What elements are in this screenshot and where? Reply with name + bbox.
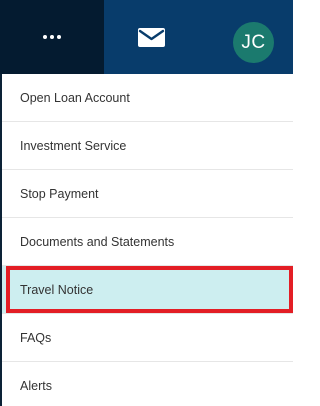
avatar-initials: JC [241, 31, 266, 53]
top-navigation-bar: JC [0, 0, 293, 74]
menu-item-label: Investment Service [20, 138, 127, 153]
menu-item-label: Documents and Statements [20, 234, 175, 249]
menu-item-alerts[interactable]: Alerts [2, 362, 293, 406]
menu-item-label: Open Loan Account [20, 90, 130, 105]
menu-item-label: Travel Notice [20, 282, 94, 297]
menu-item-faqs[interactable]: FAQs [2, 314, 293, 362]
menu-item-investment-service[interactable]: Investment Service [2, 122, 293, 170]
app-screen: JC Open Loan Account Investment Service … [0, 0, 293, 406]
menu-item-label: FAQs [20, 330, 52, 345]
menu-item-travel-notice[interactable]: Travel Notice [2, 266, 293, 314]
user-avatar[interactable]: JC [233, 22, 274, 63]
menu-item-open-loan-account[interactable]: Open Loan Account [2, 74, 293, 122]
more-menu-list: Open Loan Account Investment Service Sto… [0, 74, 293, 406]
envelope-icon[interactable] [137, 27, 166, 48]
more-menu-button[interactable] [0, 0, 104, 74]
more-horizontal-icon [43, 35, 61, 39]
menu-item-label: Alerts [20, 378, 52, 393]
menu-item-stop-payment[interactable]: Stop Payment [2, 170, 293, 218]
menu-item-label: Stop Payment [20, 186, 99, 201]
menu-item-documents-and-statements[interactable]: Documents and Statements [2, 218, 293, 266]
